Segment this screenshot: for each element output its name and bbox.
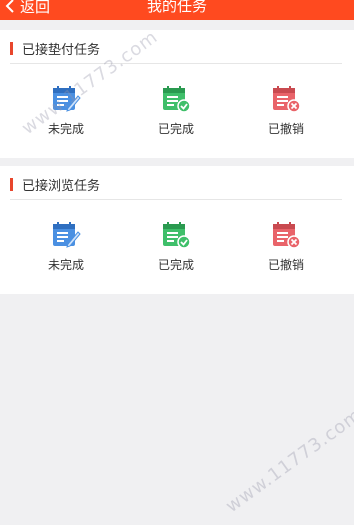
browse-unfinished-button[interactable]: 未完成 xyxy=(26,220,106,273)
section-title: 已接垫付任务 xyxy=(22,43,101,58)
calendar-edit-icon xyxy=(53,222,81,248)
browse-cancelled-button[interactable]: 已撤销 xyxy=(246,220,326,273)
item-label: 已完成 xyxy=(157,258,194,272)
page-title: 我的任务 xyxy=(146,0,207,15)
calendar-check-icon xyxy=(163,222,191,249)
section-title: 已接浏览任务 xyxy=(22,179,101,194)
item-label: 未完成 xyxy=(47,258,84,272)
section-accent-bar xyxy=(10,178,13,191)
header-bar: 返回 我的任务 xyxy=(0,0,354,20)
browse-task-section: 已接浏览任务 未完成 已完成 已撤销 xyxy=(0,166,354,294)
advance-cancelled-button[interactable]: 已撤销 xyxy=(246,84,326,137)
browse-completed-button[interactable]: 已完成 xyxy=(136,220,216,273)
watermark: www.11773.com xyxy=(222,404,354,517)
item-label: 已撤销 xyxy=(267,122,304,136)
section-accent-bar xyxy=(10,42,13,55)
item-label: 已撤销 xyxy=(267,258,304,272)
calendar-check-icon xyxy=(163,86,191,113)
calendar-cancel-icon xyxy=(273,222,301,249)
advance-completed-button[interactable]: 已完成 xyxy=(136,84,216,137)
calendar-cancel-icon xyxy=(273,86,301,113)
section-header: 已接垫付任务 xyxy=(10,34,342,64)
item-label: 已完成 xyxy=(157,122,194,136)
advance-task-section: 已接垫付任务 未完成 已完成 已撤销 xyxy=(0,30,354,158)
section-header: 已接浏览任务 xyxy=(10,170,342,200)
